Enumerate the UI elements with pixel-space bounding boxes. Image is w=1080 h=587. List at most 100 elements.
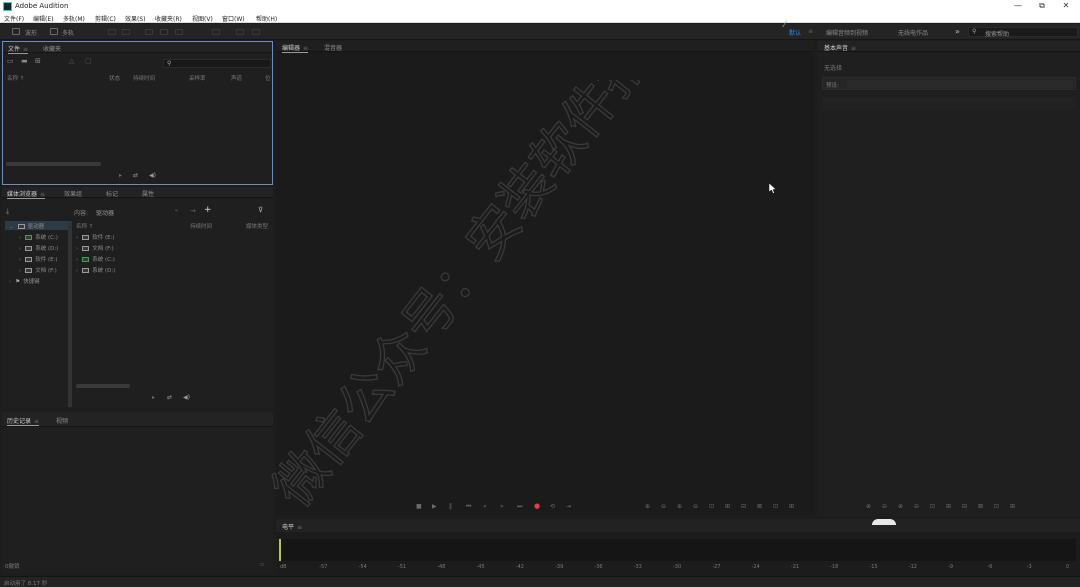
open-file-icon[interactable]: ▭ xyxy=(7,57,14,65)
tab-media-browser[interactable]: 媒体浏览器 ≡ xyxy=(7,189,46,199)
delete-history-icon[interactable]: ▫ xyxy=(260,561,264,568)
menu-clip[interactable]: 剪辑(C) xyxy=(95,14,116,23)
record-icon[interactable]: ● xyxy=(534,502,540,510)
panel-menu-icon[interactable]: ≡ xyxy=(23,46,28,53)
move-tool-icon[interactable] xyxy=(145,29,153,35)
pause-icon[interactable]: ‖ xyxy=(449,503,452,510)
tab-levels[interactable]: 电平 ≡ xyxy=(282,522,302,531)
workspace-tab-radio[interactable]: 无线电作品 xyxy=(898,28,928,37)
tab-properties[interactable]: 属性 xyxy=(142,189,154,198)
waveform-view-button[interactable]: 波形 xyxy=(25,28,37,37)
column-bit-depth[interactable]: 位 xyxy=(265,74,271,82)
list-item[interactable]: › 文档 (F:) xyxy=(76,244,114,252)
play-preview-icon[interactable]: ▸ xyxy=(119,172,122,179)
horizontal-scrollbar[interactable] xyxy=(6,162,101,166)
marquee-tool-icon[interactable] xyxy=(212,29,220,35)
tab-files[interactable]: 文件 ≡ xyxy=(8,44,29,54)
rewind-icon[interactable]: « xyxy=(483,503,487,510)
tab-history[interactable]: 历史记录 ≡ xyxy=(7,416,40,426)
minimize-button[interactable]: — xyxy=(1006,0,1030,13)
zoom-out-amplitude-icon[interactable]: ⊖ xyxy=(882,503,887,510)
menu-edit[interactable]: 编辑(E) xyxy=(33,14,53,23)
column-duration[interactable]: 持续时间 xyxy=(133,74,155,82)
tree-item[interactable]: › 系统 (D:) xyxy=(19,244,58,252)
more-workspaces-button[interactable]: » xyxy=(955,27,960,36)
column-media-type[interactable]: 媒体类型 xyxy=(246,222,268,230)
brush-tool-icon[interactable] xyxy=(252,29,260,35)
auto-play-icon[interactable]: ◀) xyxy=(149,172,156,179)
zoom-to-selected-icon[interactable]: ⊡ xyxy=(994,503,999,510)
column-status[interactable]: 状态 xyxy=(109,74,120,82)
tree-item[interactable]: › 系统 (C:) xyxy=(19,233,58,241)
skip-selection-icon[interactable]: ⇥ xyxy=(566,503,571,510)
zoom-selection-icon[interactable]: ⊠ xyxy=(757,503,762,510)
close-button[interactable]: ✕ xyxy=(1054,0,1078,13)
workspace-menu-icon[interactable]: ≡ xyxy=(808,28,813,35)
tree-item[interactable]: › ⚑ 快捷键 xyxy=(9,277,40,285)
auto-play-icon[interactable]: ◀) xyxy=(183,394,190,401)
close-file-icon[interactable]: ▢ xyxy=(85,57,92,65)
zoom-in-amplitude-icon[interactable]: ⊕ xyxy=(645,503,650,510)
move-to-start-icon[interactable]: ⏮ xyxy=(466,503,471,511)
tab-essential-sound[interactable]: 基本声音 ≡ xyxy=(824,43,856,52)
zoom-in-time-icon[interactable]: ⊕ xyxy=(898,503,903,510)
maximize-button[interactable]: ⧉ xyxy=(1030,0,1054,13)
list-item[interactable]: › 系统 (D:) xyxy=(76,266,115,274)
list-item[interactable]: › 系统 (C:) xyxy=(76,255,115,263)
pitch-display-icon[interactable] xyxy=(122,29,130,35)
panel-menu-icon[interactable]: ≡ xyxy=(34,418,39,425)
column-name[interactable]: 名称 ↑ xyxy=(76,222,93,230)
spectral-display-icon[interactable] xyxy=(108,29,116,35)
menu-window[interactable]: 窗口(W) xyxy=(222,14,245,23)
menu-view[interactable]: 视图(V) xyxy=(192,14,213,23)
play-icon[interactable]: ▶ xyxy=(432,503,437,510)
tree-item[interactable]: › 文档 (F:) xyxy=(19,266,57,274)
zoom-out-time-icon[interactable]: ⊖ xyxy=(693,503,698,510)
zoom-tracks-icon[interactable]: ⊞ xyxy=(1010,503,1015,510)
zoom-in-point-icon[interactable]: ⊞ xyxy=(946,503,951,510)
workspace-tab-video[interactable]: 编辑音频到视频 xyxy=(826,28,868,37)
stop-icon[interactable]: ■ xyxy=(416,503,422,510)
panel-menu-icon[interactable]: ≡ xyxy=(851,45,856,52)
zoom-out-point-icon[interactable]: ⊟ xyxy=(962,503,967,510)
tab-mixer[interactable]: 混音器 xyxy=(324,43,342,52)
zoom-in-amplitude-icon[interactable]: ⊕ xyxy=(866,503,871,510)
menu-multitrack[interactable]: 多轨(M) xyxy=(63,14,85,23)
loop-preview-icon[interactable]: ⇄ xyxy=(167,394,172,401)
column-channels[interactable]: 声道 xyxy=(231,74,242,82)
zoom-in-time-icon[interactable]: ⊕ xyxy=(677,503,682,510)
menu-help[interactable]: 帮助(H) xyxy=(256,14,277,23)
play-preview-icon[interactable]: ▸ xyxy=(152,394,155,401)
tab-effects-rack[interactable]: 效果组 xyxy=(64,189,82,198)
arrow-right-icon[interactable]: → xyxy=(190,207,196,215)
help-search-input[interactable]: 搜索帮助 xyxy=(985,29,1009,38)
fast-forward-icon[interactable]: » xyxy=(500,503,504,510)
loop-preview-icon[interactable]: ⇄ xyxy=(133,172,138,179)
filter-icon[interactable]: ⊽ xyxy=(258,206,263,214)
zoom-selection-icon[interactable]: ⊠ xyxy=(978,503,983,510)
zoom-out-full-icon[interactable]: ⊡ xyxy=(930,503,935,510)
help-search-box[interactable]: ⚲ 搜索帮助 xyxy=(968,27,1078,38)
tree-scrollbar[interactable] xyxy=(68,221,72,407)
column-name[interactable]: 名称 ↑ xyxy=(7,74,24,82)
lasso-tool-icon[interactable] xyxy=(236,29,244,35)
tab-editor[interactable]: 编辑器 ≡ xyxy=(282,43,309,53)
horizontal-scrollbar[interactable] xyxy=(76,384,130,388)
column-duration[interactable]: 持续时间 xyxy=(190,222,212,230)
time-selection-tool-icon[interactable] xyxy=(175,29,183,35)
tree-item[interactable]: ⌄ 驱动器 xyxy=(9,222,44,230)
workspace-default-tab[interactable]: 默认 xyxy=(789,28,801,37)
zoom-out-full-icon[interactable]: ⊡ xyxy=(709,503,714,510)
menu-file[interactable]: 文件(F) xyxy=(4,14,24,23)
razor-tool-icon[interactable] xyxy=(160,29,168,35)
multitrack-view-button[interactable]: 多轨 xyxy=(62,28,74,37)
insert-icon[interactable]: △ xyxy=(69,57,74,65)
panel-menu-icon[interactable]: ≡ xyxy=(297,524,302,531)
move-to-end-icon[interactable]: ⏭ xyxy=(517,503,522,511)
zoom-out-amplitude-icon[interactable]: ⊖ xyxy=(661,503,666,510)
menu-effects[interactable]: 效果(S) xyxy=(125,14,146,23)
column-sample-rate[interactable]: 采样率 xyxy=(189,74,206,82)
zoom-to-selected-icon[interactable]: ⊡ xyxy=(773,503,778,510)
add-shortcut-icon[interactable]: + xyxy=(204,205,212,215)
tab-markers[interactable]: 标记 xyxy=(106,189,118,198)
